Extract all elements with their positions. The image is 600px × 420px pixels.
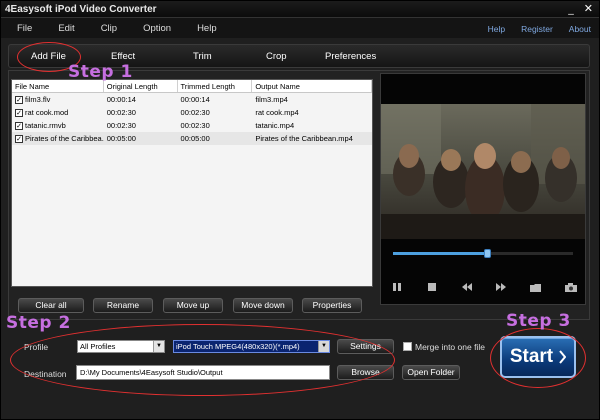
file-list: File Name Original Length Trimmed Length… xyxy=(11,79,373,287)
menu-clip[interactable]: Clip xyxy=(101,23,117,34)
file-name: tatanic.rmvb xyxy=(25,121,66,130)
minimize-button[interactable]: _ xyxy=(568,3,574,15)
trim-button[interactable]: Trim xyxy=(193,51,212,62)
step3-highlight xyxy=(490,328,586,388)
original-length: 00:02:30 xyxy=(106,121,136,130)
seek-thumb[interactable] xyxy=(483,249,491,258)
table-row[interactable]: ✓ film3.flv 00:00:14 00:00:14 film3.mp4 xyxy=(12,93,372,106)
original-length: 00:00:14 xyxy=(106,95,136,104)
stop-icon[interactable] xyxy=(424,280,440,294)
move-down-button[interactable]: Move down xyxy=(233,298,293,313)
col-trimmed-length[interactable]: Trimmed Length xyxy=(178,80,253,92)
step2-annotation: Step 2 xyxy=(6,313,71,333)
row-checkbox[interactable]: ✓ xyxy=(15,134,23,143)
file-name: Pirates of the Caribbea... xyxy=(25,134,104,143)
clear-all-button[interactable]: Clear all xyxy=(18,298,84,313)
menu-file[interactable]: File xyxy=(17,23,32,34)
video-preview xyxy=(380,73,586,305)
merge-checkbox[interactable] xyxy=(403,342,412,351)
folder-icon[interactable] xyxy=(528,280,544,294)
help-link[interactable]: Help xyxy=(488,24,505,34)
open-folder-button[interactable]: Open Folder xyxy=(402,365,460,380)
register-link[interactable]: Register xyxy=(521,24,553,34)
menu-bar: File Edit Clip Option Help Help Register… xyxy=(1,18,599,38)
table-row[interactable]: ✓ tatanic.rmvb 00:02:30 00:02:30 tatanic.… xyxy=(12,119,372,132)
properties-button[interactable]: Properties xyxy=(302,298,362,313)
pause-icon[interactable] xyxy=(389,280,405,294)
camera-icon[interactable] xyxy=(563,280,579,294)
effect-button[interactable]: Effect xyxy=(111,51,135,62)
title-bar: 4Easysoft iPod Video Converter _ ✕ xyxy=(1,1,599,18)
output-name: tatanic.mp4 xyxy=(255,121,295,130)
output-name: Pirates of the Caribbean.mp4 xyxy=(255,134,353,143)
trimmed-length: 00:02:30 xyxy=(180,121,210,130)
output-name: rat cook.mp4 xyxy=(255,108,299,117)
move-up-button[interactable]: Move up xyxy=(163,298,223,313)
trimmed-length: 00:00:14 xyxy=(180,95,210,104)
preferences-button[interactable]: Preferences xyxy=(325,51,376,62)
seek-progress xyxy=(393,252,487,255)
menu-edit[interactable]: Edit xyxy=(58,23,74,34)
original-length: 00:02:30 xyxy=(106,108,136,117)
close-button[interactable]: ✕ xyxy=(584,3,593,15)
rewind-icon[interactable] xyxy=(459,280,475,294)
rename-button[interactable]: Rename xyxy=(93,298,153,313)
file-name: film3.flv xyxy=(25,95,51,104)
step2-highlight xyxy=(10,324,395,396)
step1-annotation: Step 1 xyxy=(68,62,133,82)
row-checkbox[interactable]: ✓ xyxy=(15,95,23,104)
crop-button[interactable]: Crop xyxy=(266,51,287,62)
file-name: rat cook.mod xyxy=(25,108,69,117)
trimmed-length: 00:05:00 xyxy=(180,134,210,143)
window-title: 4Easysoft iPod Video Converter xyxy=(5,4,157,15)
row-checkbox[interactable]: ✓ xyxy=(15,108,23,117)
step3-annotation: Step 3 xyxy=(506,311,571,331)
about-link[interactable]: About xyxy=(569,24,591,34)
original-length: 00:05:00 xyxy=(106,134,136,143)
row-checkbox[interactable]: ✓ xyxy=(15,121,23,130)
table-row[interactable]: ✓ Pirates of the Caribbea... 00:05:00 00:… xyxy=(12,132,372,145)
file-list-header: File Name Original Length Trimmed Length… xyxy=(12,80,372,93)
menu-option[interactable]: Option xyxy=(143,23,171,34)
table-row[interactable]: ✓ rat cook.mod 00:02:30 00:02:30 rat cook… xyxy=(12,106,372,119)
seek-bar[interactable] xyxy=(393,249,573,258)
forward-icon[interactable] xyxy=(493,280,509,294)
menu-help[interactable]: Help xyxy=(197,23,217,34)
merge-label: Merge into one file xyxy=(415,342,485,352)
output-name: film3.mp4 xyxy=(255,95,288,104)
trimmed-length: 00:02:30 xyxy=(180,108,210,117)
window-controls: _ ✕ xyxy=(568,3,593,15)
col-output-name[interactable]: Output Name xyxy=(252,80,372,92)
player-controls xyxy=(389,280,579,294)
video-frame xyxy=(381,104,585,239)
